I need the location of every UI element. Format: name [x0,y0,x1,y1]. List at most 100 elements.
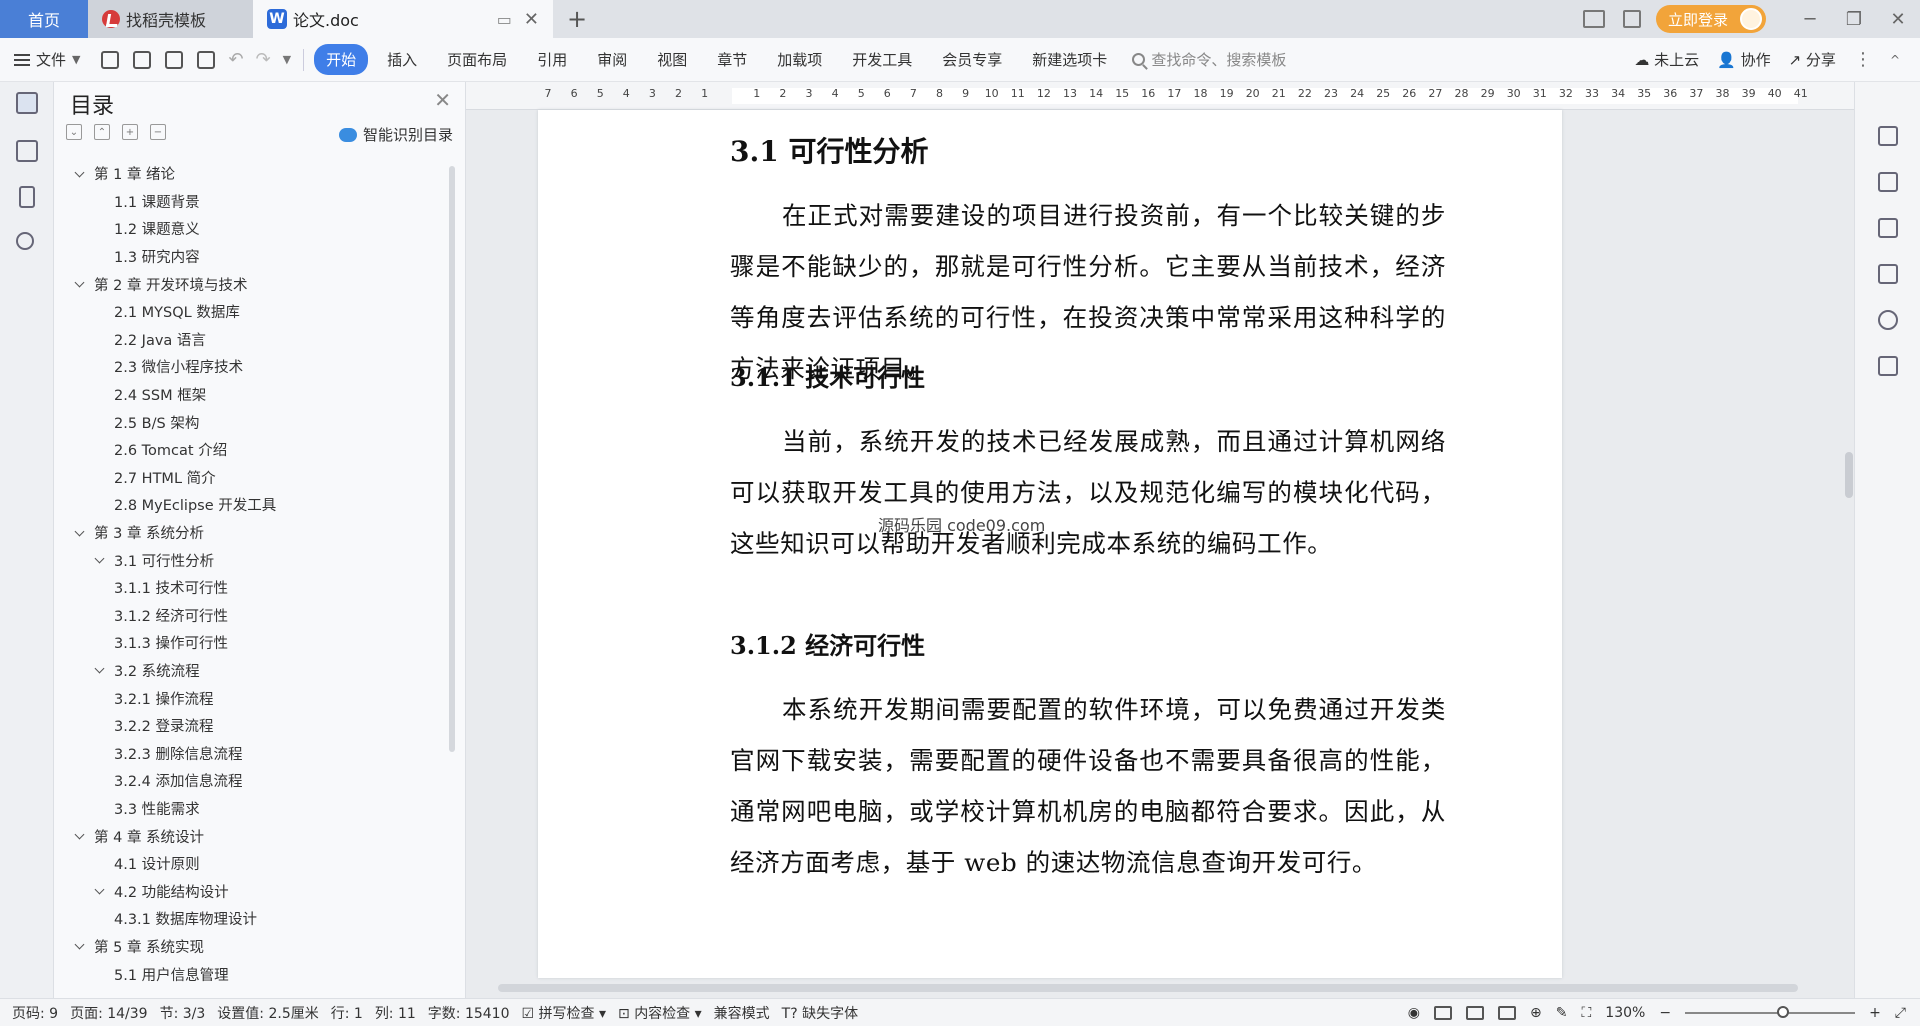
ribbon-tab-chapter[interactable]: 章节 [702,49,762,70]
remove-heading-icon[interactable]: − [150,124,166,140]
pen-mode-icon[interactable]: ✎ [1556,1005,1568,1021]
ribbon-tab-home[interactable]: 开始 [314,44,369,75]
toc-item[interactable]: 2.8 MyEclipse 开发工具 [54,491,444,519]
chevron-down-icon[interactable] [74,527,86,539]
status-page[interactable]: 页码: 9 [12,1003,58,1023]
new-tab-plus-icon[interactable]: + [553,0,601,38]
toc-item[interactable]: 3.2 系统流程 [54,657,444,685]
page-view-icon[interactable] [1434,1005,1453,1020]
cursor-icon[interactable] [1878,172,1898,192]
compass-icon[interactable] [1878,310,1898,330]
file-menu[interactable]: 文件 ▼ [0,49,94,70]
toc-item[interactable]: 3.1.3 操作可行性 [54,629,444,657]
collaborate-button[interactable]: 👤 协作 [1717,49,1770,70]
print-preview-icon[interactable] [197,50,216,69]
command-search[interactable]: 查找命令、搜索模板 [1132,49,1286,70]
toc-item[interactable]: 4.2 功能结构设计 [54,877,444,905]
chevron-down-icon[interactable] [94,664,106,676]
share-button[interactable]: ↗ 分享 [1789,49,1836,70]
add-heading-icon[interactable]: + [122,124,138,140]
find-icon[interactable] [16,232,34,250]
vertical-scroll-thumb[interactable] [1845,452,1853,498]
zoom-out-icon[interactable]: − [1659,1005,1671,1021]
chevron-down-icon[interactable] [74,830,86,842]
horizontal-ruler[interactable]: 7 6 5 4 3 2 1 1 2 3 4 5 6 7 8 9 10 11 12 13 14 15 16 17 18 19 20 21… [466,82,1854,110]
status-pages[interactable]: 页面: 14/39 [70,1003,148,1023]
toc-item[interactable]: 2.7 HTML 简介 [54,464,444,492]
toc-item[interactable]: 2.3 微信小程序技术 [54,353,444,381]
ribbon-tab-references[interactable]: 引用 [522,49,582,70]
toc-item[interactable]: 第 4 章 系统设计 [54,822,444,850]
chevron-down-icon[interactable] [74,940,86,952]
minimize-icon[interactable]: ─ [1788,0,1832,38]
toc-item[interactable]: 第 5 章 系统实现 [54,933,444,961]
toc-item[interactable]: 4.1 设计原则 [54,850,444,878]
toc-item[interactable]: 1.1 课题背景 [54,188,444,216]
toc-item[interactable]: 第 2 章 开发环境与技术 [54,270,444,298]
status-words[interactable]: 字数: 15410 [428,1003,510,1023]
pen-icon[interactable] [1878,126,1898,146]
chevron-down-icon[interactable] [94,554,106,566]
chevron-down-icon[interactable] [74,168,86,180]
toc-item[interactable]: 2.6 Tomcat 介绍 [54,436,444,464]
fit-page-icon[interactable]: ⛶ [1581,1005,1591,1021]
zoom-level[interactable]: 130% [1605,1005,1645,1021]
outline-view-icon[interactable] [1466,1005,1485,1020]
adjust-icon[interactable] [1878,218,1898,238]
smart-toc-button[interactable]: 智能识别目录 [338,124,453,145]
toc-item[interactable]: 4.3.1 数据库物理设计 [54,905,444,933]
chevron-down-icon[interactable] [74,278,86,290]
fullscreen-icon[interactable]: ⤢ [1895,1005,1906,1021]
ribbon-tab-new[interactable]: 新建选项卡 [1017,49,1122,70]
missing-font-button[interactable]: T? 缺失字体 [782,1003,858,1023]
tab-document[interactable]: W 论文.doc ▭ ✕ [253,0,553,38]
collapse-ribbon-icon[interactable]: ^ [1890,53,1900,67]
ribbon-tab-review[interactable]: 审阅 [582,49,642,70]
ribbon-tab-member[interactable]: 会员专享 [927,49,1017,70]
ribbon-tab-insert[interactable]: 插入 [372,49,432,70]
cloud-status-button[interactable]: ☁ 未上云 [1634,49,1699,70]
zoom-in-icon[interactable]: + [1869,1005,1881,1021]
tab-home[interactable]: 首页 [0,0,88,38]
toc-item[interactable]: 3.1.1 技术可行性 [54,574,444,602]
tab-screen-icon[interactable]: ▭ [497,10,512,29]
apps-grid-icon[interactable] [1622,10,1641,28]
quick-access-more-icon[interactable]: ▼ [283,53,291,66]
vertical-scrollbar[interactable] [1844,192,1854,972]
image-icon[interactable] [1878,264,1898,284]
zoom-slider-knob[interactable] [1777,1005,1790,1018]
toc-item[interactable]: 第 1 章 绪论 [54,160,444,188]
window-close-icon[interactable]: ✕ [1876,0,1920,38]
horizontal-scroll-thumb[interactable] [498,984,1798,992]
toc-item[interactable]: 3.2.1 操作流程 [54,684,444,712]
toc-item[interactable]: 2.2 Java 语言 [54,326,444,354]
toc-close-icon[interactable]: ✕ [434,88,451,112]
spell-check-button[interactable]: ☑ 拼写检查 ▾ [522,1003,607,1023]
undo-icon[interactable]: ↶ [228,49,243,70]
toc-item[interactable]: 3.2.2 登录流程 [54,712,444,740]
toc-item[interactable]: 3.1 可行性分析 [54,546,444,574]
read-view-icon[interactable] [1498,1005,1517,1020]
toc-item[interactable]: 2.5 B/S 架构 [54,408,444,436]
more-options-icon[interactable]: ⋮ [1854,49,1872,70]
book-icon[interactable] [1878,356,1898,376]
tab-template[interactable]: 找稻壳模板 [88,0,253,38]
bookmark-icon[interactable] [19,186,35,208]
ribbon-tab-layout[interactable]: 页面布局 [432,49,522,70]
chevron-down-icon[interactable] [94,885,106,897]
chapter-nav-icon[interactable] [16,140,38,162]
toc-item[interactable]: 2.4 SSM 框架 [54,381,444,409]
toc-item[interactable]: 3.3 性能需求 [54,795,444,823]
save-icon[interactable] [101,50,120,69]
document-page[interactable]: 3.1 可行性分析 在正式对需要建设的项目进行投资前，有一个比较关键的步骤是不能… [538,110,1562,978]
toc-item[interactable]: 3.1.2 经济可行性 [54,602,444,630]
expand-all-icon[interactable]: ⌄ [66,124,82,140]
toc-item[interactable]: 2.1 MYSQL 数据库 [54,298,444,326]
layout-icon[interactable] [1582,10,1605,28]
login-button[interactable]: 立即登录 [1655,5,1766,33]
content-check-button[interactable]: ⊡ 内容检查 ▾ [618,1003,702,1023]
collapse-all-icon[interactable]: ⌃ [94,124,110,140]
horizontal-scrollbar[interactable] [484,981,1824,993]
tab-close-icon[interactable]: ✕ [524,9,539,30]
toc-item[interactable]: 3.2.3 删除信息流程 [54,739,444,767]
